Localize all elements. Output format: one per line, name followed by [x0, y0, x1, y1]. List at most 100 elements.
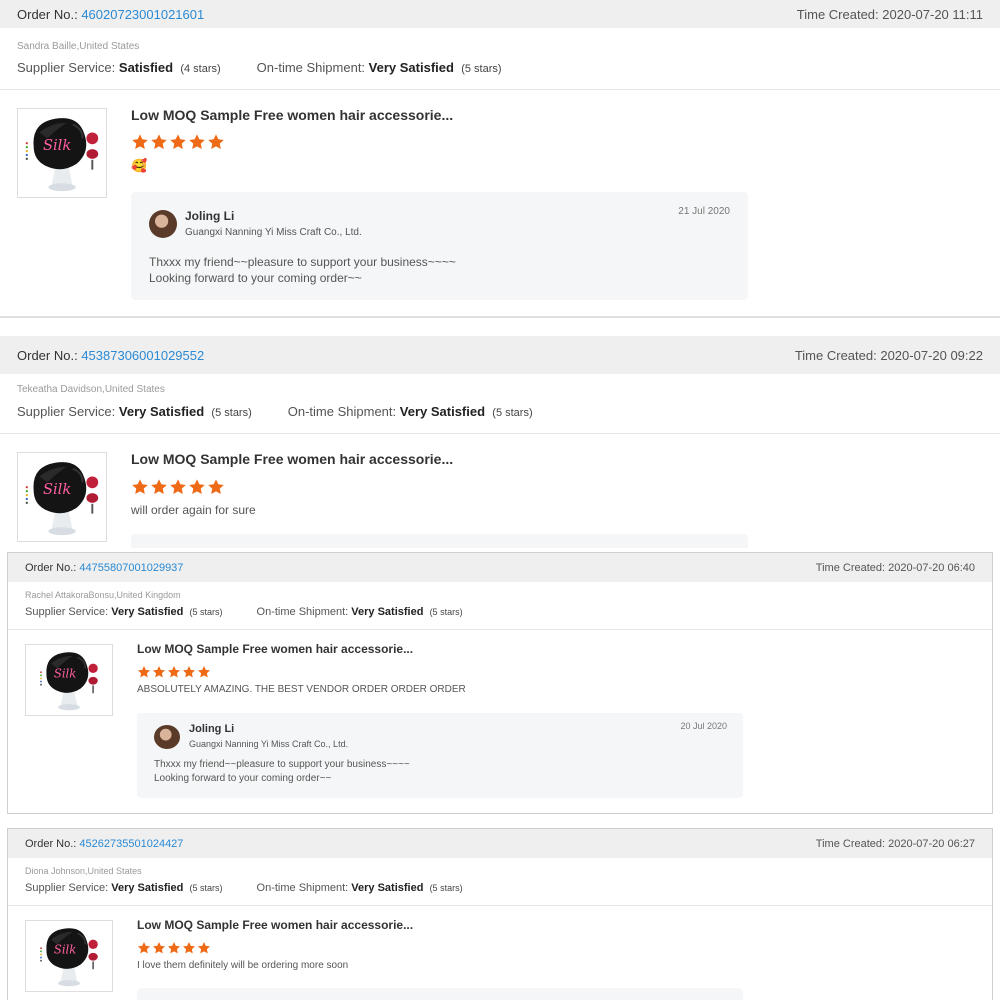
review-card: Order No.: 45387306001029552 Time Create…	[0, 336, 1000, 548]
supplier-service-value: Very Satisfied	[118, 404, 205, 419]
reply-placeholder	[137, 988, 743, 1000]
star-icon	[197, 942, 211, 954]
star-icon	[151, 479, 167, 494]
star-rating	[137, 941, 212, 955]
order-no-label: Order No.:	[25, 837, 77, 850]
star-icon	[189, 479, 205, 494]
ratings-row: Supplier Service: Very Satisfied (5 star…	[25, 882, 463, 894]
reply-placeholder	[131, 534, 748, 548]
avatar	[154, 725, 180, 749]
time-created-value: 2020-07-20 06:27	[888, 837, 975, 850]
supplier-reply: Joling Li Guangxi Nanning Yi Miss Craft …	[131, 192, 748, 300]
reply-company: Guangxi Nanning Yi Miss Craft Co., Ltd.	[185, 227, 362, 238]
star-icon	[152, 666, 166, 678]
supplier-service-value: Satisfied	[118, 60, 174, 75]
supplier-service-value: Very Satisfied	[111, 606, 184, 618]
review-comment: ABSOLUTELY AMAZING. THE BEST VENDOR ORDE…	[137, 684, 466, 695]
review-meta: Tekeatha Davidson,United States Supplier…	[0, 374, 1000, 434]
buyer-name: Sandra Baille,United States	[17, 41, 140, 52]
star-icon	[167, 942, 181, 954]
order-header: Order No.: 45262735501024427 Time Create…	[8, 829, 992, 858]
supplier-stars-text: (4 stars)	[180, 63, 221, 75]
star-icon	[170, 134, 186, 149]
star-icon	[137, 666, 151, 678]
order-no-label: Order No.:	[25, 561, 77, 574]
shipment-stars-text: (5 stars)	[429, 883, 463, 893]
time-created-label: Time Created:	[796, 6, 879, 22]
product-name-link[interactable]: Low MOQ Sample Free women hair accessori…	[137, 918, 413, 932]
ratings-row: Supplier Service: Very Satisfied (5 star…	[25, 606, 463, 618]
product-thumbnail[interactable]: Silk	[17, 108, 107, 198]
product-thumbnail[interactable]: Silk	[25, 920, 113, 992]
reply-author: Joling Li	[189, 723, 235, 735]
order-no-link[interactable]: 46020723001021601	[81, 7, 204, 22]
star-icon	[182, 666, 196, 678]
star-icon	[189, 134, 205, 149]
product-name-link[interactable]: Low MOQ Sample Free women hair accessori…	[131, 107, 453, 123]
reply-date: 20 Jul 2020	[680, 721, 727, 731]
product-image: Silk	[18, 453, 106, 541]
product-thumbnail[interactable]: Silk	[25, 644, 113, 716]
shipment-stars-text: (5 stars)	[461, 63, 502, 75]
product-logo-text: Silk	[43, 137, 71, 154]
product-name-link[interactable]: Low MOQ Sample Free women hair accessori…	[131, 451, 453, 467]
star-icon	[137, 942, 151, 954]
review-comment: will order again for sure	[131, 503, 256, 517]
review-card: Order No.: 46020723001021601 Time Create…	[0, 0, 1000, 318]
star-icon	[167, 666, 181, 678]
order-no-link[interactable]: 45262735501024427	[79, 838, 183, 850]
time-created-value: 2020-07-20 09:22	[880, 347, 983, 363]
buyer-name: Diona Johnson,United States	[25, 866, 142, 876]
order-header: Order No.: 46020723001021601 Time Create…	[0, 0, 1000, 28]
supplier-service-label: Supplier Service:	[17, 60, 116, 75]
product-image: Silk	[18, 109, 106, 197]
shipment-label: On-time Shipment:	[256, 60, 366, 75]
review-meta: Sandra Baille,United States Supplier Ser…	[0, 28, 1000, 90]
order-header: Order No.: 45387306001029552 Time Create…	[0, 336, 1000, 374]
buyer-name: Rachel AttakoraBonsu,United Kingdom	[25, 590, 181, 600]
product-image: Silk	[34, 645, 104, 715]
review-card: Order No.: 45262735501024427 Time Create…	[7, 828, 993, 1000]
star-icon	[208, 134, 224, 149]
supplier-service-label: Supplier Service:	[17, 404, 116, 419]
order-no-link[interactable]: 44755807001029937	[79, 562, 183, 574]
star-icon	[182, 942, 196, 954]
star-rating	[137, 665, 212, 679]
star-icon	[152, 942, 166, 954]
star-icon	[132, 479, 148, 494]
star-icon	[151, 134, 167, 149]
order-no-link[interactable]: 45387306001029552	[81, 348, 204, 363]
shipment-label: On-time Shipment:	[256, 606, 349, 618]
product-name-link[interactable]: Low MOQ Sample Free women hair accessori…	[137, 642, 413, 656]
shipment-stars-text: (5 stars)	[492, 407, 533, 419]
star-icon	[197, 666, 211, 678]
supplier-service-value: Very Satisfied	[111, 882, 184, 894]
supplier-stars-text: (5 stars)	[189, 883, 223, 893]
shipment-stars-text: (5 stars)	[429, 607, 463, 617]
star-icon	[132, 134, 148, 149]
product-image: Silk	[34, 921, 104, 991]
review-meta: Diona Johnson,United States Supplier Ser…	[8, 858, 992, 906]
shipment-value: Very Satisfied	[351, 606, 424, 618]
shipment-value: Very Satisfied	[368, 60, 454, 75]
product-logo-text: Silk	[54, 943, 77, 957]
reply-company: Guangxi Nanning Yi Miss Craft Co., Ltd.	[189, 739, 349, 749]
reply-author: Joling Li	[185, 209, 235, 223]
supplier-reply: Joling Li Guangxi Nanning Yi Miss Craft …	[137, 713, 743, 798]
order-header: Order No.: 44755807001029937 Time Create…	[8, 553, 992, 582]
reply-date: 21 Jul 2020	[678, 206, 730, 217]
review-card: Order No.: 44755807001029937 Time Create…	[7, 552, 993, 814]
star-icon	[170, 479, 186, 494]
star-rating	[131, 478, 226, 496]
star-rating	[131, 133, 226, 151]
order-no-label: Order No.:	[17, 347, 78, 363]
ratings-row: Supplier Service: Satisfied (4 stars) On…	[17, 60, 502, 75]
reply-message: Thxxx my friend~~pleasure to support you…	[149, 255, 456, 286]
ratings-row: Supplier Service: Very Satisfied (5 star…	[17, 404, 533, 419]
product-thumbnail[interactable]: Silk	[17, 452, 107, 542]
supplier-stars-text: (5 stars)	[189, 607, 223, 617]
supplier-stars-text: (5 stars)	[211, 407, 252, 419]
buyer-name: Tekeatha Davidson,United States	[17, 384, 165, 395]
review-comment: I love them definitely will be ordering …	[137, 960, 349, 971]
time-created-label: Time Created:	[815, 561, 886, 574]
